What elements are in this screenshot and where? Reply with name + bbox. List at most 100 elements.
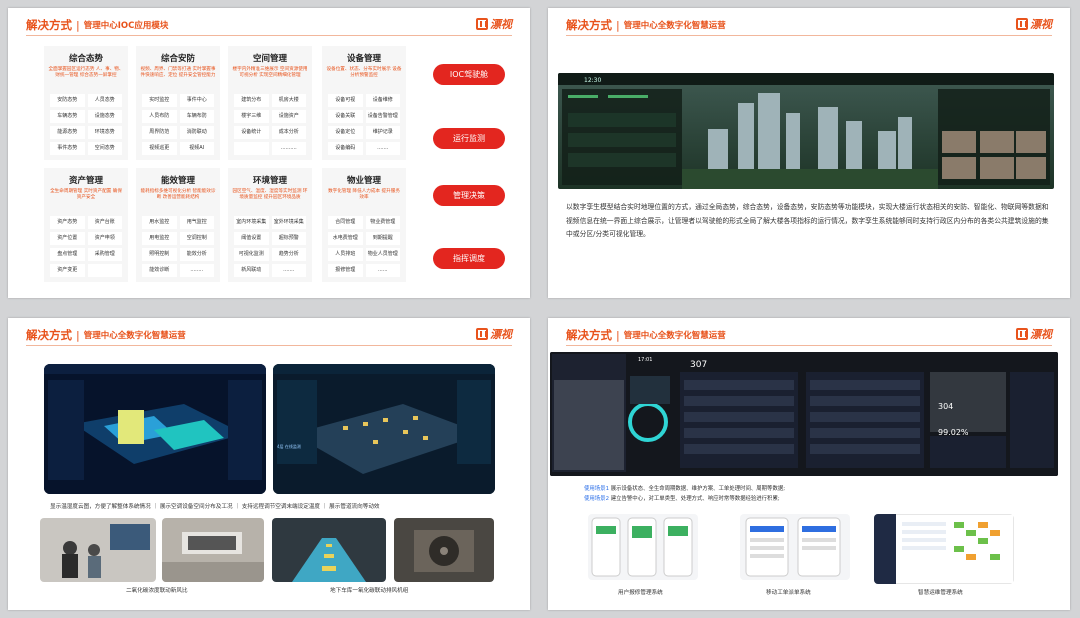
module-item[interactable]: 资产变更 — [50, 264, 85, 277]
module-item[interactable]: 人员态势 — [87, 94, 122, 107]
module-item[interactable]: 到期提醒 — [365, 232, 400, 245]
module-item[interactable]: 视频巡更 — [142, 142, 177, 155]
module-item[interactable]: 维护记录 — [365, 126, 400, 139]
module-item[interactable]: 楼宇三维 — [234, 110, 269, 123]
module-item[interactable]: 成本分析 — [271, 126, 306, 139]
module-item[interactable]: 周界防范 — [142, 126, 177, 139]
module-item[interactable]: 设备告警管理 — [365, 110, 400, 123]
module-item[interactable]: 事件中心 — [179, 94, 214, 107]
header-divider — [26, 35, 512, 36]
slide-header: 解决方式 | 管理中心全数字化智慧运营 — [566, 327, 726, 343]
parking-garage-illustration — [272, 518, 386, 582]
ioc-cockpit-button[interactable]: IOC驾驶舱 — [433, 64, 505, 85]
module-item[interactable]: 能效分析 — [179, 248, 214, 261]
module-item[interactable]: 设施资产 — [271, 110, 306, 123]
module-item[interactable]: 室外环境采集 — [271, 216, 306, 229]
co-caption: 地下车库一氧化碳联动排风机组 — [330, 588, 409, 594]
module-item[interactable]: 空调控制 — [179, 232, 214, 245]
brand-mark-icon — [1016, 328, 1028, 340]
module-item[interactable]: 盘点管理 — [50, 248, 85, 261]
module-item[interactable]: 超标预警 — [271, 232, 306, 245]
operation-monitor-button[interactable]: 运行监测 — [433, 128, 505, 149]
module-item[interactable]: 人员布防 — [142, 110, 177, 123]
header-subtitle: 管理中心IOC应用模块 — [83, 21, 169, 31]
brand-mark-icon — [476, 328, 488, 340]
module-item[interactable]: 设备维修 — [365, 94, 400, 107]
module-item[interactable]: 设备可视 — [328, 94, 363, 107]
module-item[interactable]: .......... — [271, 142, 306, 155]
module-item[interactable]: 能源态势 — [50, 126, 85, 139]
module-item[interactable]: 空间态势 — [87, 142, 122, 155]
exhaust-fan-photo — [394, 518, 494, 582]
module-card-items: 实时监控 事件中心 人员布防 车辆布防 周界防范 消防联动 视频巡更 视频AI — [142, 94, 214, 155]
module-card-desc: 设备位置、状态、分布实时展示 设备分析预警监控 — [326, 67, 402, 78]
module-item[interactable]: 新风联动 — [234, 264, 269, 277]
module-item[interactable]: 设施态势 — [87, 110, 122, 123]
module-item[interactable]: 用电监控 — [142, 232, 177, 245]
module-card-items: 安防态势 人员态势 车辆态势 设施态势 能源态势 环境态势 事件态势 空间态势 — [50, 94, 122, 155]
header-divider — [566, 35, 1052, 36]
module-item[interactable]: 照明控制 — [142, 248, 177, 261]
module-item[interactable]: 设备定位 — [328, 126, 363, 139]
module-item[interactable]: ....... — [365, 142, 400, 155]
module-item[interactable] — [234, 142, 269, 155]
module-item[interactable]: 采购管理 — [87, 248, 122, 261]
module-item[interactable]: 室内环境采集 — [234, 216, 269, 229]
module-item[interactable]: 视频AI — [179, 142, 214, 155]
module-item[interactable]: 机房大楼 — [271, 94, 306, 107]
meeting-room-photo — [40, 518, 156, 582]
module-item[interactable]: 事件态势 — [50, 142, 85, 155]
module-item[interactable]: 合同管理 — [328, 216, 363, 229]
module-card-title: 设备管理 — [346, 54, 381, 64]
module-item[interactable]: 报修管理 — [328, 264, 363, 277]
module-item[interactable]: 资产申领 — [87, 232, 122, 245]
slide-header: 解决方式 | 管理中心全数字化智慧运营 — [26, 327, 186, 343]
module-item[interactable]: 物业人员管理 — [365, 248, 400, 261]
module-item[interactable]: 用气监控 — [179, 216, 214, 229]
module-card-title: 物业管理 — [346, 176, 381, 186]
use-case-1: 使用场景1 展示设备状态、全生命周期数据、维护方案、工单处理时间、周期等数据; — [584, 484, 785, 494]
module-item[interactable]: 实时监控 — [142, 94, 177, 107]
header-prefix: 解决方式 — [566, 328, 612, 342]
slide-digital-twin: 解决方式 | 管理中心全数字化智慧运营 漂视 12:30 以数字孪生模型结合实时… — [548, 8, 1070, 298]
module-item[interactable]: 设备关联 — [328, 110, 363, 123]
module-item[interactable]: 安防态势 — [50, 94, 85, 107]
module-item[interactable]: 资产台账 — [87, 216, 122, 229]
operations-dashboard: 17:01 307 304 99.02% — [550, 352, 1058, 476]
ventilation-photo — [162, 518, 264, 582]
co2-caption: 二氧化碳浓度联动新风比 — [126, 588, 188, 594]
module-item[interactable]: 资产位置 — [50, 232, 85, 245]
temperature-cloud-illustration — [44, 364, 266, 494]
parking-garage-photo — [272, 518, 386, 582]
module-item[interactable]: 趋势分析 — [271, 248, 306, 261]
module-item[interactable]: 水电费管理 — [328, 232, 363, 245]
module-item[interactable]: ....... — [271, 264, 306, 277]
meeting-room-illustration — [40, 518, 156, 582]
module-item[interactable] — [87, 264, 122, 277]
module-card: 资产管理 全生命周期管理 实时资产配置 确保资产安全 资产态势 资产台账 资产位置 资产申… — [44, 168, 128, 282]
module-item[interactable]: 可视化监测 — [234, 248, 269, 261]
module-card: 环境管理 园区空气、温度、湿度等实时监测 环境质量监控 提升园区环境品质 室内环境采… — [228, 168, 312, 282]
use-case-2: 使用场景2 建立告警中心，对工单类型、处理方式、响应时常等数据经验进行积累; — [584, 494, 780, 504]
module-item[interactable]: 环境态势 — [87, 126, 122, 139]
module-item[interactable]: 能效诊断 — [142, 264, 177, 277]
module-card: 物业管理 数字化管理 降低人力成本 提升服务效率 合同管理 物业费管理 水电费管理 到期提… — [322, 168, 406, 282]
module-item[interactable]: 车辆布防 — [179, 110, 214, 123]
command-dispatch-button[interactable]: 指挥调度 — [433, 248, 505, 269]
module-item[interactable]: 物业费管理 — [365, 216, 400, 229]
maintenance-system-screen — [874, 514, 1014, 584]
module-item[interactable]: 车辆态势 — [50, 110, 85, 123]
module-item[interactable]: 人员排班 — [328, 248, 363, 261]
module-item[interactable]: ........ — [179, 264, 214, 277]
module-item[interactable]: 用水监控 — [142, 216, 177, 229]
management-decision-button[interactable]: 管理决策 — [433, 185, 505, 206]
module-item[interactable]: 设备统计 — [234, 126, 269, 139]
module-item[interactable]: 设备编码 — [328, 142, 363, 155]
module-item[interactable]: ...... — [365, 264, 400, 277]
dashboard-illustration: 12:30 — [558, 73, 1054, 189]
module-item[interactable]: 建筑分布 — [234, 94, 269, 107]
module-item[interactable]: 资产态势 — [50, 216, 85, 229]
module-item[interactable]: 阈值设置 — [234, 232, 269, 245]
description-paragraph: 以数字孪生模型结合实时地理位置的方式，通过全局态势，综合态势，设备态势，安防态势… — [566, 203, 1049, 238]
module-item[interactable]: 消防联动 — [179, 126, 214, 139]
